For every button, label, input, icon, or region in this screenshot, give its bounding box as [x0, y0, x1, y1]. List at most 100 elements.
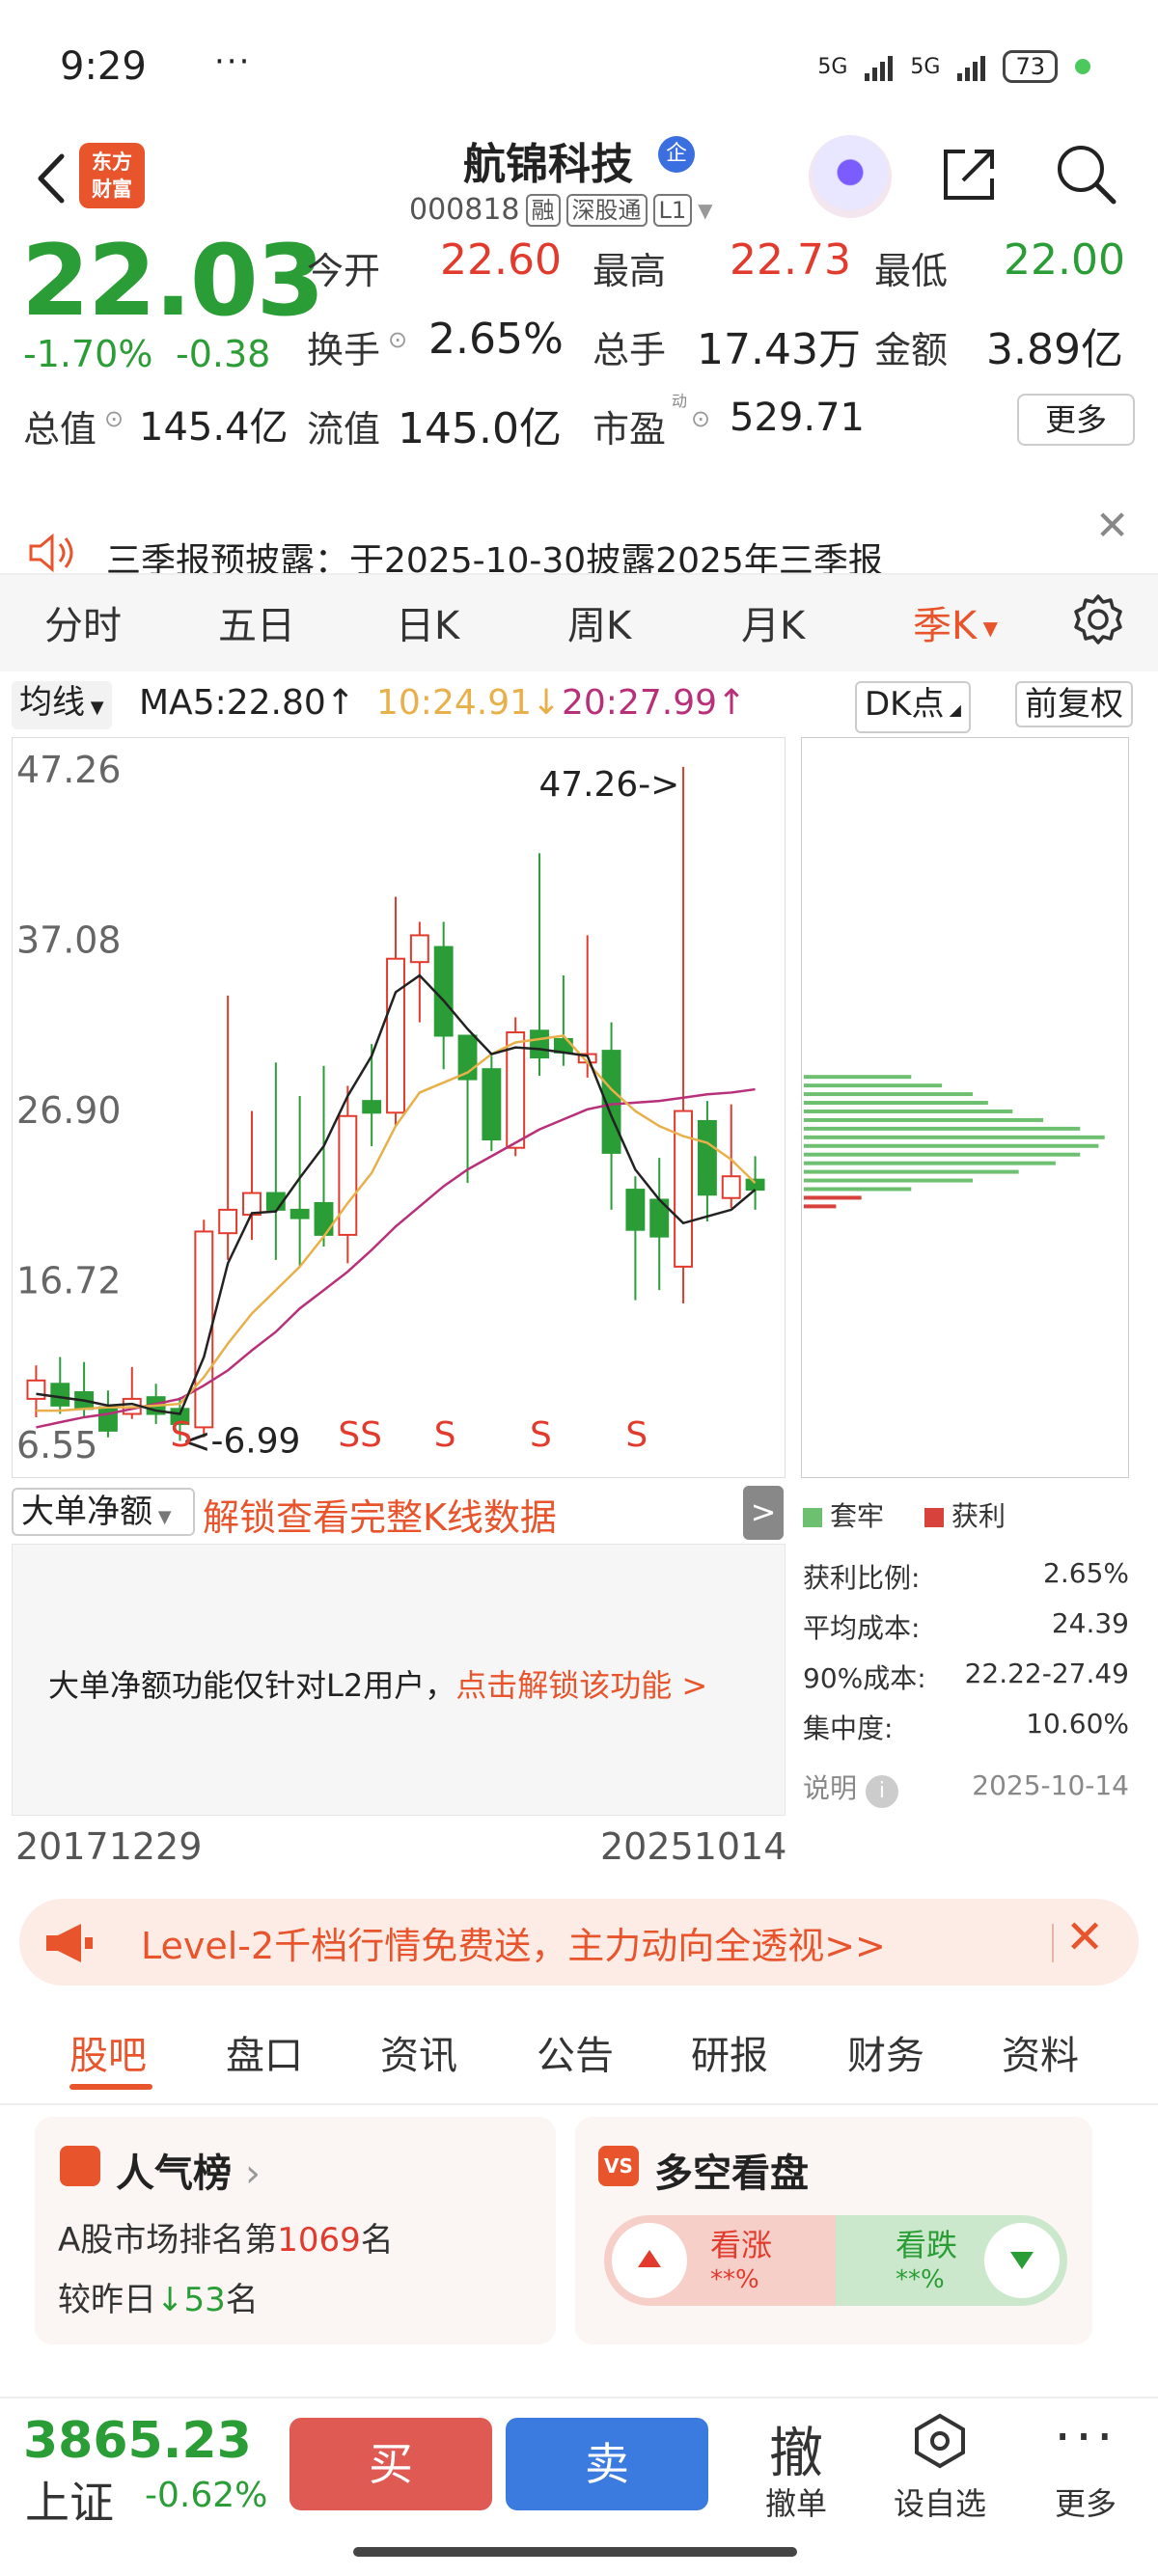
- sell-signal-label: S: [530, 1415, 552, 1455]
- sell-signal-label: S: [434, 1415, 456, 1455]
- corner-icon: ◢: [944, 700, 961, 719]
- legend-profit: 获利: [924, 1495, 1006, 1534]
- tab-notices[interactable]: 公告: [537, 2024, 614, 2080]
- x-axis-end-date: 20251014: [600, 1825, 787, 1868]
- max-price-label: 47.26->: [538, 765, 679, 805]
- tab-research[interactable]: 研报: [691, 2024, 768, 2080]
- close-icon[interactable]: ✕: [1065, 1910, 1104, 1964]
- expand-button[interactable]: >: [743, 1486, 784, 1540]
- status-indicators: 5G 5G 73: [817, 50, 1090, 83]
- candlestick-chart[interactable]: 47.2637.0826.9016.726.55 47.26-><-6.99S S…: [12, 737, 786, 1478]
- brand-logo[interactable]: 东方 财富: [79, 143, 145, 208]
- chip-date: 2025-10-14: [972, 1769, 1129, 1801]
- search-icon[interactable]: [1052, 140, 1119, 207]
- active-tab-indicator: [69, 2084, 152, 2090]
- buy-button[interactable]: 买: [290, 2418, 492, 2510]
- tab-finance[interactable]: 财务: [847, 2024, 924, 2080]
- stock-code-row[interactable]: 000818 融 深股通 L1 ▼: [409, 193, 713, 227]
- more-quote-button[interactable]: 更多: [1017, 394, 1135, 446]
- network-label-1: 5G: [817, 54, 848, 79]
- tab-daily-k[interactable]: 日K: [396, 594, 459, 650]
- tab-monthly-k[interactable]: 月K: [741, 594, 805, 650]
- pe-dynamic-mark: 动: [672, 392, 688, 410]
- pe-value: 529.71: [730, 396, 865, 440]
- high-value: 22.73: [730, 235, 851, 285]
- unlock-feature-link[interactable]: 点击解锁该功能 >: [455, 1667, 707, 1704]
- tag-level: L1: [652, 193, 693, 227]
- more-icon[interactable]: ···: [1044, 2406, 1127, 2469]
- stock-name: 航锦科技: [463, 140, 633, 189]
- tab-intraday[interactable]: 分时: [44, 594, 122, 650]
- down-triangle-icon: [984, 2223, 1060, 2298]
- chevron-down-icon: ▼: [85, 698, 104, 718]
- candle-up: [218, 1208, 238, 1235]
- profit-ratio-label: 获利比例:: [803, 1562, 921, 1594]
- open-label: 今开: [307, 250, 381, 292]
- add-watchlist-icon[interactable]: [911, 2412, 969, 2470]
- index-value[interactable]: 3865.23: [23, 2412, 252, 2470]
- legend-trap: 套牢: [803, 1495, 884, 1534]
- info-icon[interactable]: ⊙: [104, 405, 124, 432]
- forward-adjust-button[interactable]: 前复权: [1015, 681, 1133, 727]
- tab-pankou[interactable]: 盘口: [226, 2024, 303, 2080]
- enterprise-badge: 企: [658, 136, 695, 173]
- note-link[interactable]: 说明 i: [803, 1768, 898, 1808]
- turnover-value: 2.65%: [428, 315, 564, 364]
- candle-up: [409, 934, 429, 964]
- info-icon[interactable]: ⊙: [691, 405, 710, 432]
- share-icon[interactable]: [936, 140, 1004, 207]
- high-label: 最高: [593, 250, 667, 292]
- chip-bar-trapped: [803, 1178, 973, 1183]
- more-label[interactable]: 更多: [1033, 2480, 1139, 2524]
- y-tick-label: 37.08: [16, 918, 121, 961]
- level2-text[interactable]: Level-2千档行情免费送，主力动向全透视>>: [141, 1916, 886, 1969]
- concentration-label: 集中度:: [803, 1713, 894, 1744]
- tab-weekly-k[interactable]: 周K: [567, 594, 631, 650]
- ma-selector[interactable]: 均线 ▼: [12, 681, 112, 729]
- tab-guba[interactable]: 股吧: [69, 2024, 147, 2080]
- back-icon[interactable]: [23, 145, 81, 212]
- chip-bar-trapped: [803, 1143, 1099, 1148]
- dk-point-button[interactable]: DK点 ◢: [855, 681, 971, 733]
- tab-five-day[interactable]: 五日: [218, 594, 295, 650]
- gear-icon[interactable]: [1071, 592, 1125, 646]
- unlock-kline-link[interactable]: 解锁查看完整K线数据: [203, 1488, 557, 1541]
- chevron-right-icon: ›: [244, 2151, 261, 2196]
- tab-profile[interactable]: 资料: [1002, 2024, 1079, 2080]
- chip-bar-trapped: [803, 1083, 943, 1088]
- index-change[interactable]: -0.62%: [145, 2476, 267, 2515]
- divider: [1052, 1924, 1054, 1962]
- cancel-order-label[interactable]: 撤单: [743, 2480, 849, 2524]
- candle-down: [625, 1189, 646, 1231]
- chip-bar-trapped: [803, 1101, 988, 1106]
- low-label: 最低: [874, 250, 949, 292]
- megaphone-icon: [46, 1924, 93, 1962]
- tab-news[interactable]: 资讯: [380, 2024, 457, 2080]
- big-order-selector[interactable]: 大单净额 ▼: [12, 1488, 195, 1536]
- bearish-value: **%: [896, 2265, 945, 2294]
- close-icon[interactable]: ✕: [1095, 502, 1129, 549]
- volume-value: 17.43万: [697, 325, 861, 374]
- info-icon[interactable]: ⊙: [388, 326, 407, 353]
- add-watchlist-label[interactable]: 设自选: [882, 2480, 998, 2524]
- chip-bar-trapped: [803, 1075, 912, 1080]
- low-value: 22.00: [1004, 235, 1125, 285]
- chip-distribution-chart[interactable]: [801, 737, 1129, 1478]
- sell-button[interactable]: 卖: [506, 2418, 708, 2510]
- cancel-order-icon[interactable]: 撤: [755, 2410, 838, 2488]
- chip-bar-trapped: [803, 1187, 912, 1192]
- candle-up: [26, 1379, 46, 1400]
- mktcap-value: 145.4亿: [139, 405, 289, 450]
- open-value: 22.60: [440, 235, 562, 285]
- ma20-value: 20:27.99↑: [562, 683, 747, 723]
- chevron-down-icon: ▼: [152, 1507, 172, 1527]
- y-tick-label: 26.90: [16, 1089, 121, 1132]
- rank-delta: 53: [183, 2281, 226, 2319]
- tab-quarterly-k[interactable]: 季K ▼: [913, 594, 998, 650]
- change-percent: -1.70%: [23, 333, 153, 375]
- sell-signal-label: S: [625, 1415, 648, 1455]
- pe-label: 市盈: [593, 408, 667, 451]
- index-name[interactable]: 上证: [25, 2468, 114, 2532]
- ai-assistant-avatar[interactable]: [809, 135, 892, 218]
- speaker-icon: [29, 533, 73, 573]
